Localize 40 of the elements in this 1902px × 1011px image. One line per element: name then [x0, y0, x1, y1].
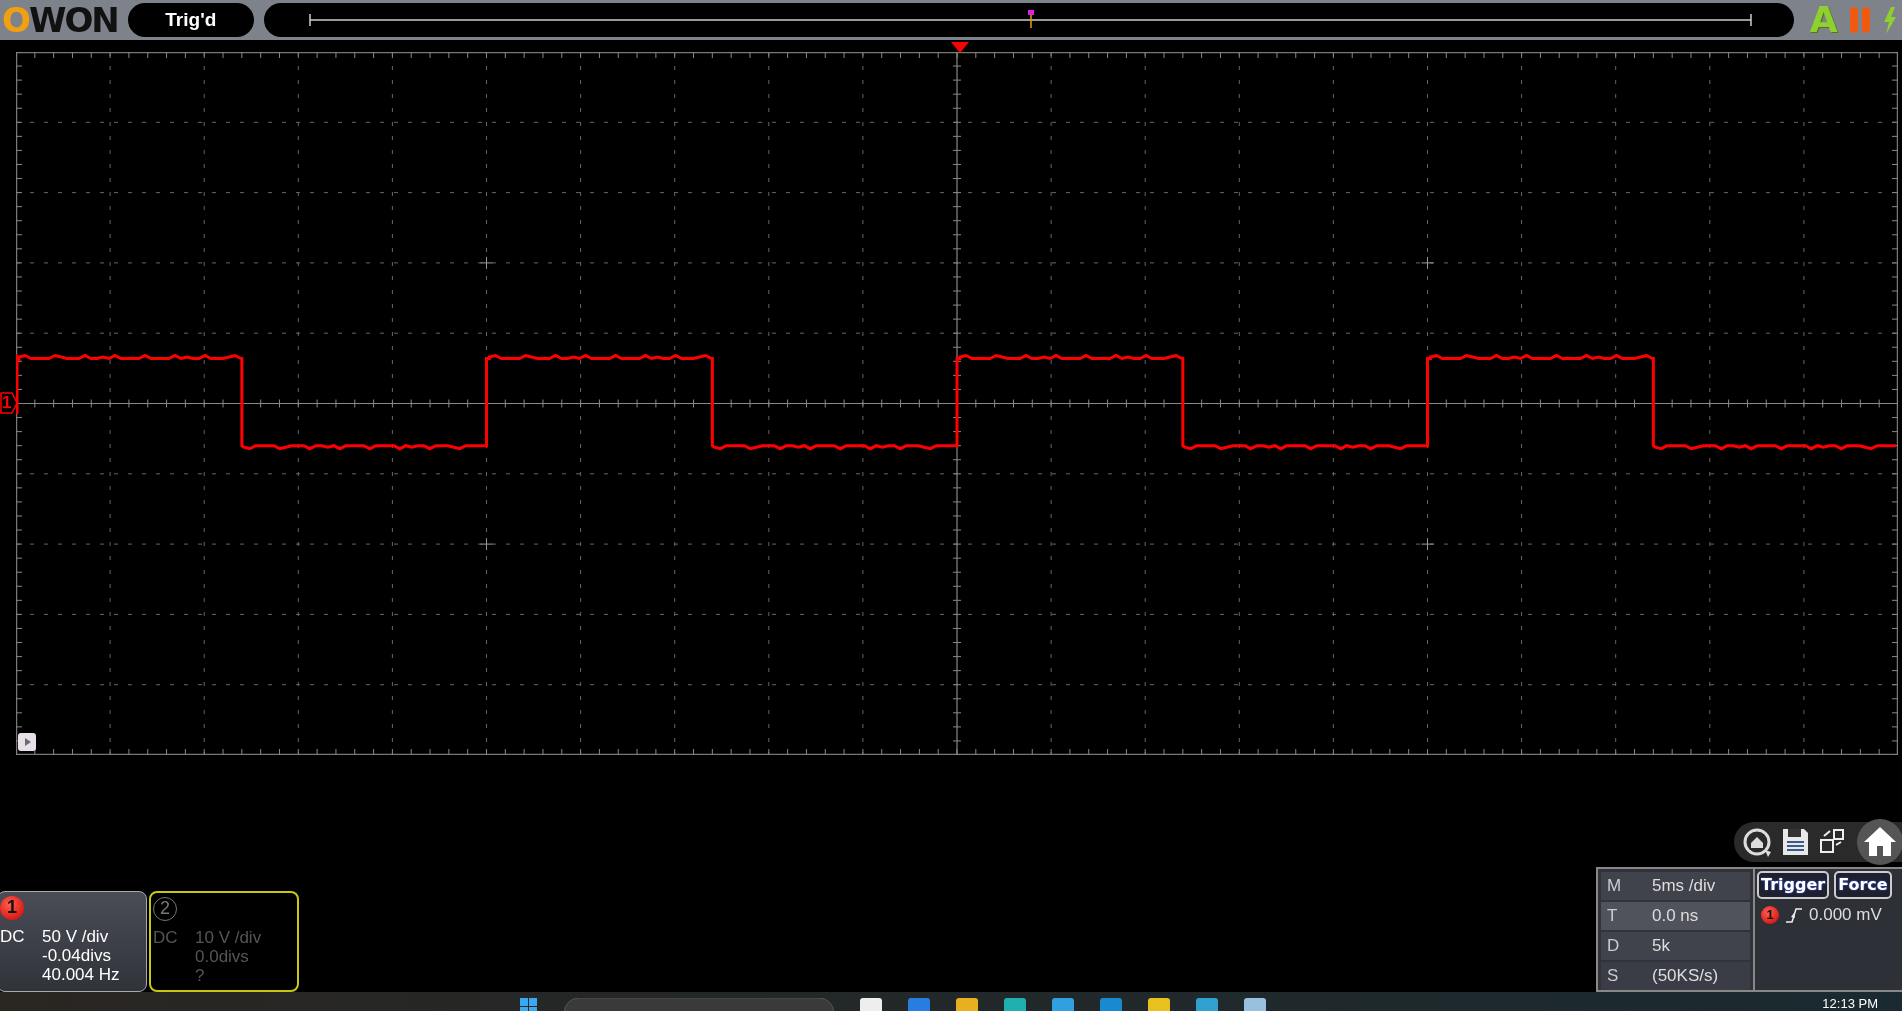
- trigger-source-badge: 1: [1761, 905, 1779, 924]
- parameter-value: 5k: [1652, 935, 1670, 956]
- play-icon[interactable]: [18, 733, 36, 751]
- taskbar-app-icon[interactable]: [1148, 997, 1170, 1011]
- taskbar-app-icon[interactable]: [1004, 997, 1026, 1011]
- frequency-reading: ?: [195, 965, 206, 985]
- trigger-status-badge: Trig'd: [127, 3, 254, 37]
- volts-per-div: 10 V /div: [195, 927, 262, 947]
- rising-edge-icon: [1785, 905, 1803, 924]
- trigger-position-marker[interactable]: [951, 42, 969, 53]
- trigger-menu-button[interactable]: Trigger: [1757, 870, 1830, 899]
- offset-reading: 0.0divs: [195, 946, 250, 966]
- home-icon[interactable]: [1854, 817, 1902, 866]
- parameter-label: D: [1607, 935, 1621, 956]
- coupling-label: DC: [153, 927, 179, 949]
- taskbar-app-icon[interactable]: [956, 997, 978, 1011]
- offset-reading: -0.04divs: [42, 945, 112, 965]
- taskbar-app-icon[interactable]: [860, 997, 882, 1011]
- trigger-level-reading: 0.000 mV: [1809, 904, 1882, 925]
- parameter-value: 0.0 ns: [1652, 905, 1699, 926]
- channel-panel[interactable]: 2 DC 10 V /div 0.0divs ?: [149, 890, 299, 992]
- trigger-point-marker: [1027, 10, 1034, 29]
- brand-logo: OWON: [2, 0, 118, 40]
- coupling-label: DC: [0, 926, 26, 948]
- taskbar-app-icon[interactable]: [1244, 997, 1266, 1011]
- trigger-menu-button[interactable]: Force: [1834, 870, 1892, 899]
- parameter-label: S: [1607, 965, 1620, 986]
- ground-level-marker[interactable]: 1: [0, 392, 18, 414]
- taskbar-app-icon[interactable]: [1052, 997, 1074, 1011]
- channel-badge: 1: [0, 895, 24, 920]
- clock-time: 12:13 PM: [1822, 995, 1878, 1011]
- start-icon[interactable]: [520, 997, 538, 1011]
- parameter-value: 5ms /div: [1652, 875, 1716, 896]
- channel-panel[interactable]: 1 DC 50 V /div -0.04divs 40.004 Hz: [0, 890, 147, 992]
- frequency-reading: 40.004 Hz: [42, 964, 120, 984]
- search-field[interactable]: [564, 997, 834, 1011]
- volts-per-div: 50 V /div: [42, 926, 110, 946]
- parameter-label: T: [1607, 905, 1619, 926]
- parameter-label: M: [1607, 875, 1623, 896]
- parameter-value: (50KS/s): [1652, 965, 1719, 986]
